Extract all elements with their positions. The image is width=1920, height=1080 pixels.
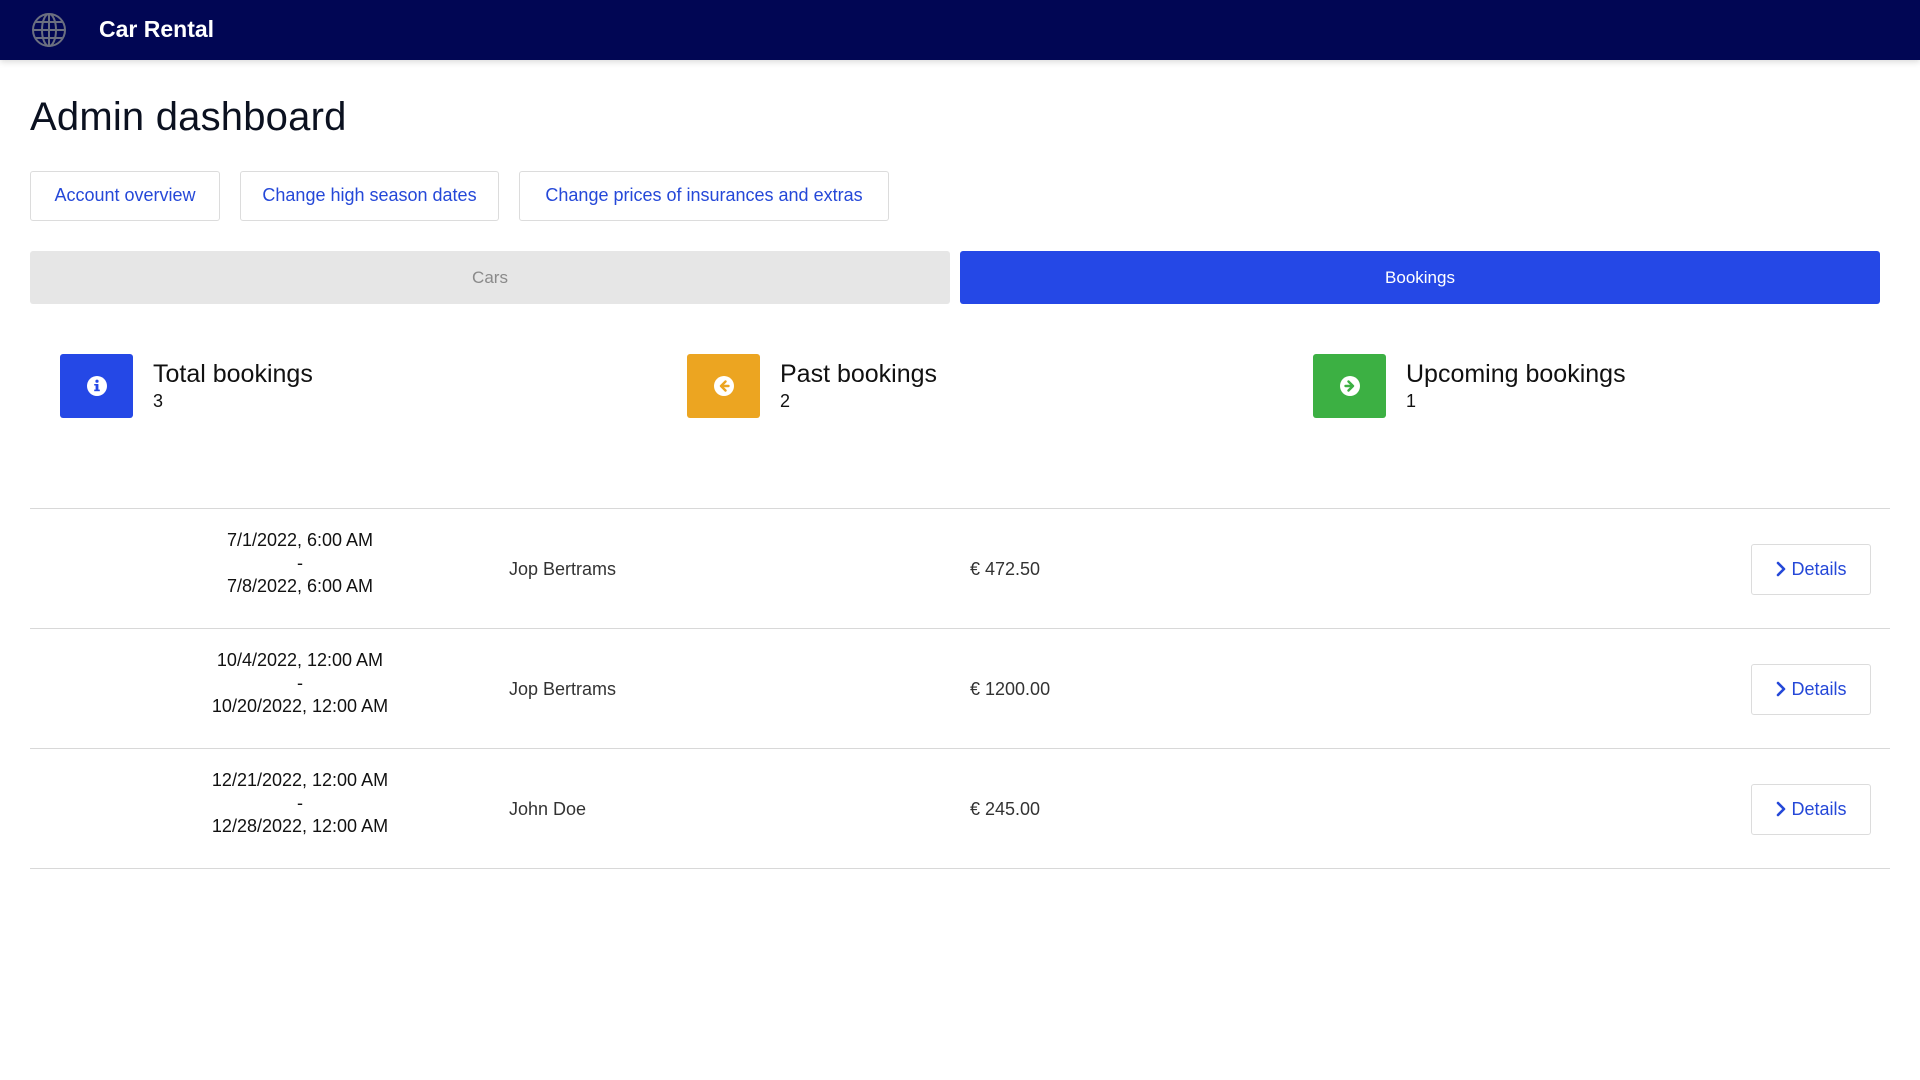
account-overview-button[interactable]: Account overview bbox=[30, 171, 220, 221]
stat-value: 1 bbox=[1406, 391, 1417, 411]
date-separator: - bbox=[297, 673, 303, 693]
table-row: 10/4/2022, 12:00 AM - 10/20/2022, 12:00 … bbox=[30, 629, 1890, 749]
globe-icon[interactable] bbox=[31, 12, 67, 48]
stat-title: Total bookings bbox=[153, 360, 313, 388]
booking-customer: Jop Bertrams bbox=[509, 559, 617, 579]
details-label: Details bbox=[1791, 679, 1847, 699]
stat-value: 3 bbox=[153, 391, 164, 411]
booking-dates: 10/4/2022, 12:00 AM - 10/20/2022, 12:00 … bbox=[150, 649, 450, 718]
booking-customer: Jop Bertrams bbox=[509, 679, 617, 699]
table-row: 12/21/2022, 12:00 AM - 12/28/2022, 12:00… bbox=[30, 749, 1890, 869]
bookings-table: 7/1/2022, 6:00 AM - 7/8/2022, 6:00 AM Jo… bbox=[30, 508, 1890, 869]
stat-total-icon-box bbox=[60, 354, 133, 418]
booking-start: 10/4/2022, 12:00 AM bbox=[216, 650, 384, 670]
date-separator: - bbox=[297, 553, 303, 573]
stat-upcoming-bookings: Upcoming bookings 1 bbox=[1313, 354, 1813, 418]
details-button[interactable]: Details bbox=[1751, 784, 1871, 835]
booking-start: 12/21/2022, 12:00 AM bbox=[211, 770, 389, 790]
booking-end: 10/20/2022, 12:00 AM bbox=[211, 696, 389, 716]
chevron-right-icon bbox=[1777, 801, 1786, 817]
details-label: Details bbox=[1791, 559, 1847, 579]
top-navbar: Car Rental bbox=[0, 0, 1920, 60]
stat-past-icon-box bbox=[687, 354, 760, 418]
tab-bookings[interactable]: Bookings bbox=[960, 251, 1880, 304]
page-title: Admin dashboard bbox=[30, 95, 347, 139]
booking-end: 7/8/2022, 6:00 AM bbox=[226, 576, 374, 596]
details-button[interactable]: Details bbox=[1751, 544, 1871, 595]
change-high-season-dates-button[interactable]: Change high season dates bbox=[240, 171, 499, 221]
booking-start: 7/1/2022, 6:00 AM bbox=[226, 530, 374, 550]
chevron-right-icon bbox=[1777, 561, 1786, 577]
booking-customer: John Doe bbox=[509, 799, 587, 819]
booking-price: € 245.00 bbox=[970, 799, 1041, 819]
info-icon bbox=[86, 376, 107, 396]
arrow-left-circle-icon bbox=[713, 376, 734, 396]
stat-title: Past bookings bbox=[780, 360, 938, 388]
stat-title: Upcoming bookings bbox=[1406, 360, 1626, 388]
booking-dates: 7/1/2022, 6:00 AM - 7/8/2022, 6:00 AM bbox=[150, 529, 450, 598]
stat-value: 2 bbox=[780, 391, 791, 411]
change-prices-button[interactable]: Change prices of insurances and extras bbox=[519, 171, 889, 221]
booking-price: € 1200.00 bbox=[970, 679, 1051, 699]
booking-end: 12/28/2022, 12:00 AM bbox=[211, 816, 389, 836]
booking-dates: 12/21/2022, 12:00 AM - 12/28/2022, 12:00… bbox=[150, 769, 450, 838]
app-title[interactable]: Car Rental bbox=[99, 14, 214, 44]
stat-total-bookings: Total bookings 3 bbox=[60, 354, 560, 418]
arrow-right-circle-icon bbox=[1339, 376, 1360, 396]
table-row: 7/1/2022, 6:00 AM - 7/8/2022, 6:00 AM Jo… bbox=[30, 509, 1890, 629]
date-separator: - bbox=[297, 793, 303, 813]
stat-upcoming-icon-box bbox=[1313, 354, 1386, 418]
details-label: Details bbox=[1791, 799, 1847, 819]
stat-past-bookings: Past bookings 2 bbox=[687, 354, 1187, 418]
booking-price: € 472.50 bbox=[970, 559, 1041, 579]
details-button[interactable]: Details bbox=[1751, 664, 1871, 715]
chevron-right-icon bbox=[1777, 681, 1786, 697]
tab-cars[interactable]: Cars bbox=[30, 251, 950, 304]
